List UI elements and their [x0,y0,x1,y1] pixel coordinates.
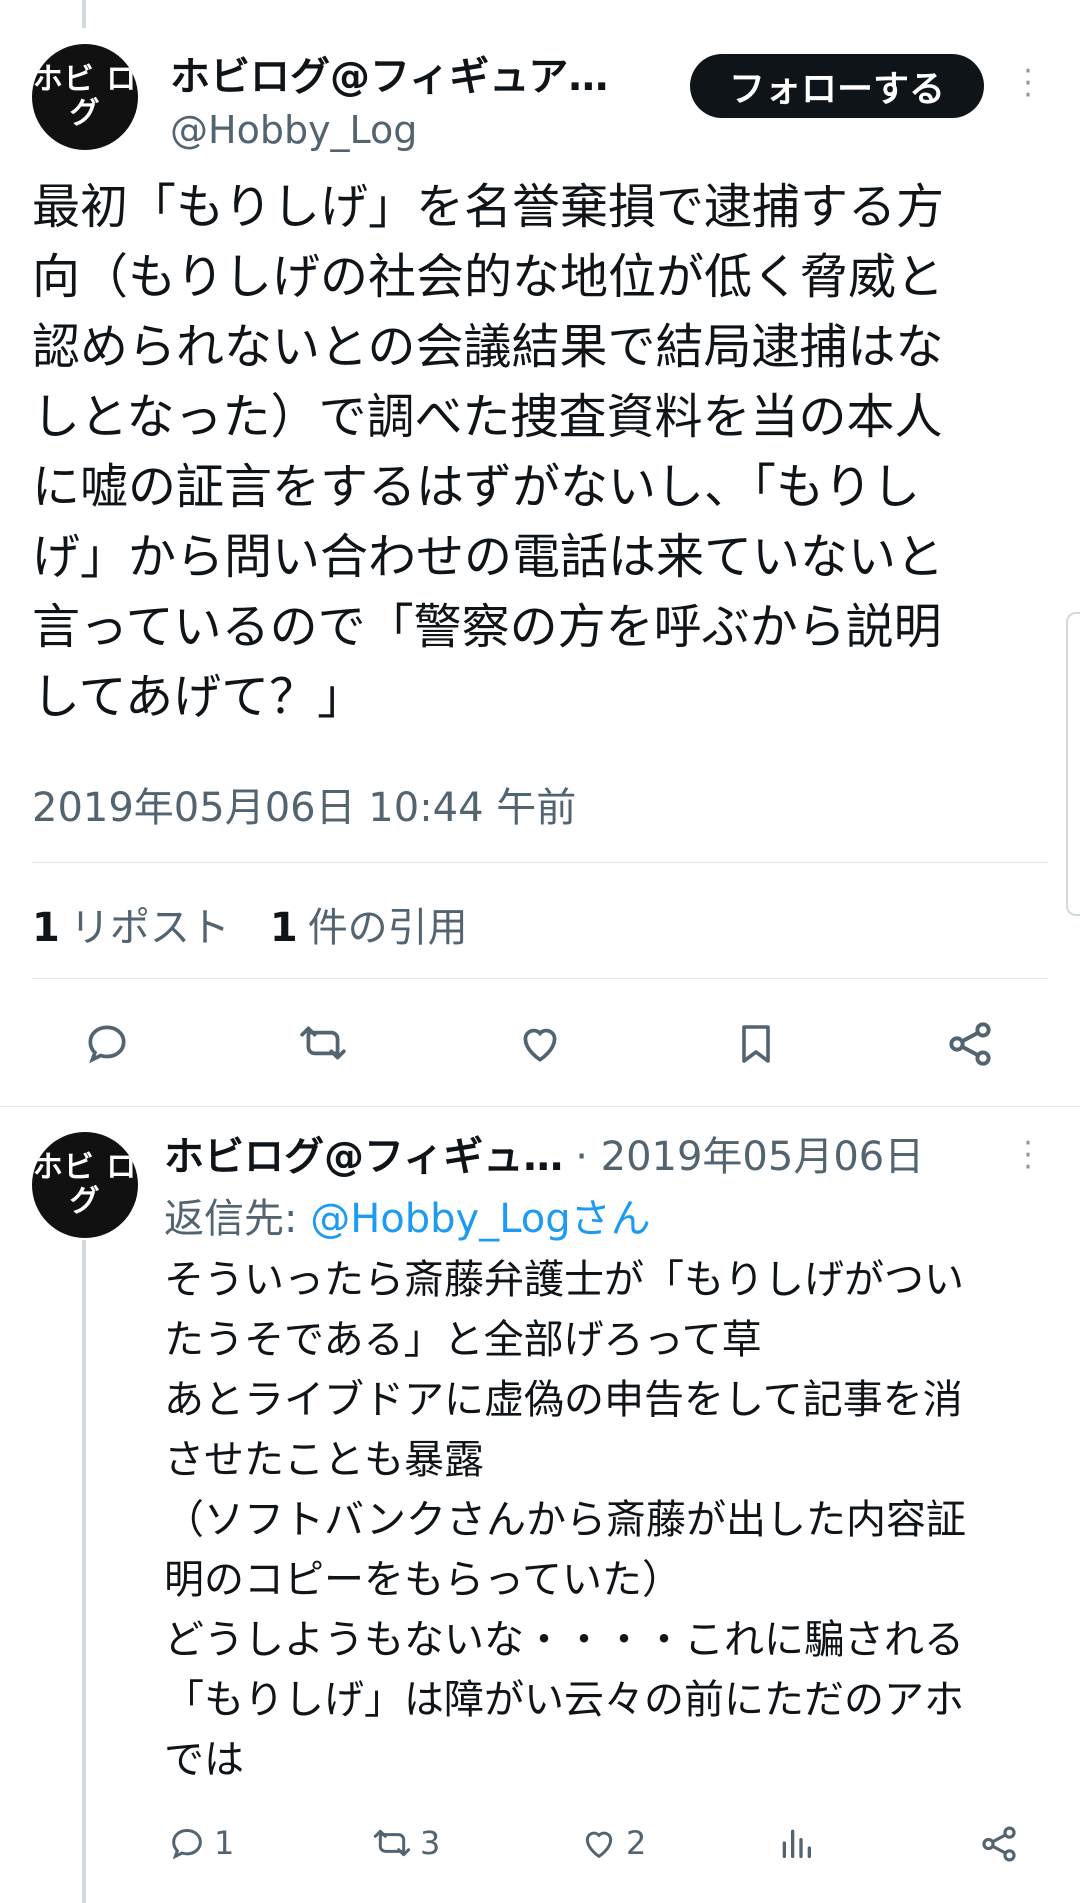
reply-analytics-button[interactable] [776,1823,816,1863]
like-count: 2 [626,1824,647,1862]
reply-like-button[interactable]: 2 [578,1823,646,1863]
reply-avatar[interactable]: ホビ ログ [32,1132,138,1238]
scroll-handle[interactable] [1066,612,1080,916]
share-icon[interactable] [944,1018,996,1070]
reply-count: 1 [214,1824,235,1862]
reply-icon [172,1828,202,1860]
quote-stat[interactable]: 1 件の引用 [270,895,468,953]
tweet-header: ホビログ@フィギュア… @Hobby_Log [170,44,670,152]
replying-to-link[interactable]: @Hobby_Logさん [310,1196,650,1242]
avatar-logo: ホビ ログ [32,1150,138,1219]
tweet-timestamp[interactable]: 2019年05月06日 10:44 午前 [32,775,576,833]
follow-button[interactable]: フォローする [690,54,984,118]
replying-to: 返信先: @Hobby_Logさん [164,1196,651,1242]
more-options-icon[interactable]: · · · [1018,1129,1038,1183]
thread-connector-top [82,0,86,28]
reply-text: そういったら斎藤弁護士が「もりしげがつい たうそである」と全部げろって草 あとラ… [164,1257,966,1783]
user-handle[interactable]: @Hobby_Log [170,108,670,152]
share-icon [982,1826,1016,1862]
reply-icon[interactable] [80,1018,134,1068]
more-options-icon[interactable]: · · · [1018,57,1038,111]
divider [32,978,1048,979]
avatar[interactable]: ホビ ログ [32,44,138,150]
display-name[interactable]: ホビログ@フィギュア… [170,44,670,102]
reply-date[interactable]: · 2019年05月06日 [575,1124,924,1182]
like-icon[interactable] [514,1018,566,1068]
thread-connector [82,1240,86,1903]
analytics-icon [782,1829,811,1858]
like-icon [585,1831,613,1859]
reply-reply-button[interactable]: 1 [166,1823,234,1863]
repost-count: 3 [420,1824,441,1862]
repost-icon [373,1829,411,1857]
tweet-text: 最初「もりしげ」を名誉棄損で逮捕する方 向（もりしげの社会的な地位が低く脅威と … [32,179,945,725]
repost-stat[interactable]: 1 リポスト [32,895,230,953]
reply-repost-button[interactable]: 3 [370,1823,440,1863]
reply-share-button[interactable] [978,1823,1020,1865]
avatar-logo: ホビ ログ [32,62,138,131]
divider [0,1106,1080,1107]
reply-header: ホビログ@フィギュ… · 2019年05月06日 [164,1124,994,1182]
repost-icon[interactable] [294,1018,352,1068]
reply-display-name[interactable]: ホビログ@フィギュ… [164,1124,563,1182]
bookmark-icon[interactable] [732,1018,780,1070]
divider [32,862,1048,863]
engagement-stats: 1 リポスト 1 件の引用 [32,895,468,953]
